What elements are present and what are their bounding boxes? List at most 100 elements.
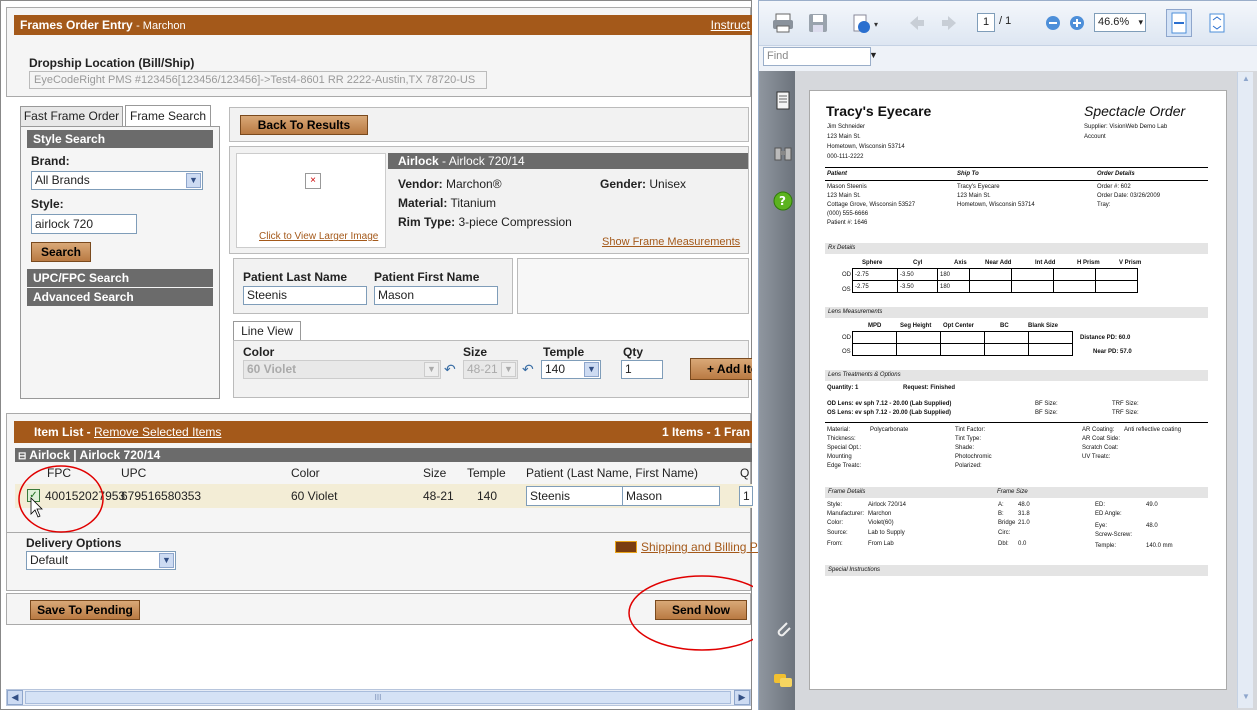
pdf-patient-line: Cottage Grove, Wisconsin 53527: [827, 202, 916, 208]
pdf-ed-label: Screw-Screw:: [1095, 532, 1133, 538]
pdf-ship-line: Tracy's Eyecare: [957, 184, 1000, 190]
rx-os-label: OS: [842, 287, 851, 293]
pdf-tint-label: Tint Type:: [955, 436, 982, 442]
pdf-frame-label: From:: [827, 541, 843, 547]
pdf-tint-label: Shade:: [955, 445, 975, 451]
page-number-input[interactable]: 1: [977, 13, 995, 32]
lens-os-label: OS: [842, 349, 851, 355]
pdf-lens-col: Opt Center: [943, 323, 975, 329]
pdf-ship-line: 123 Main St.: [957, 193, 991, 199]
find-input[interactable]: Find: [763, 47, 871, 66]
pdf-near-pd: Near PD: 57.0: [1093, 349, 1132, 355]
pdf-rx-col: H Prism: [1077, 260, 1100, 266]
annotation-circle-send: [628, 575, 753, 651]
pdf-order-line: Order Date: 03/26/2009: [1097, 193, 1161, 199]
pdf-order-line: Tray:: [1097, 202, 1111, 208]
pdf-bf-size: BF Size:: [1035, 410, 1058, 416]
pdf-ed-value: 49.0: [1146, 502, 1158, 508]
pdf-frame-value: Airlock 720/14: [868, 502, 907, 508]
pdf-rule: [825, 422, 1208, 423]
rx-os-cyl: -3.50: [897, 280, 938, 293]
pdf-rx-header: Rx Details: [825, 243, 1208, 254]
pdf-supplier: Supplier: VisionWeb Demo Lab: [1084, 124, 1168, 130]
zoom-value: 46.6%: [1098, 16, 1130, 28]
pdf-ar-label: UV Treatc:: [1082, 454, 1111, 460]
pdf-ar-value: Anti reflective coating: [1124, 427, 1182, 433]
fit-page-icon[interactable]: [1206, 11, 1228, 35]
comments-icon[interactable]: [772, 670, 794, 692]
pdf-trf-size: TRF Size:: [1112, 410, 1139, 416]
pdf-frame-value: From Lab: [868, 541, 894, 547]
pdf-tint-label: Photochromic: [955, 454, 992, 460]
pdf-lens-col: BC: [1000, 323, 1009, 329]
pdf-rx-col: Int Add: [1035, 260, 1056, 266]
scroll-up-icon[interactable]: ▲: [1239, 74, 1253, 88]
pdf-order-line: Order #: 602: [1097, 184, 1131, 190]
pdf-frame-value: Violet(60): [868, 520, 894, 526]
pdf-ed-label: ED Angle:: [1095, 511, 1122, 517]
pdf-size-label: B:: [998, 511, 1004, 517]
pdf-patient-line: 123 Main St.: [827, 193, 861, 199]
fit-width-icon[interactable]: [1166, 9, 1192, 37]
pdf-ar-label: AR Coating:: [1082, 427, 1115, 433]
pages-icon[interactable]: [772, 90, 794, 112]
pdf-size-label: Bridge: [998, 520, 1016, 526]
pdf-quantity: Quantity: 1: [827, 385, 859, 391]
print-icon[interactable]: [771, 11, 795, 35]
frames-app: Frames Order Entry - Marchon Instruct Dr…: [0, 0, 767, 710]
save-icon[interactable]: [806, 11, 830, 35]
pdf-ed-value: 140.0 mm: [1146, 543, 1173, 549]
annotation-overlay: [18, 465, 753, 651]
svg-text:?: ?: [779, 194, 786, 208]
rx-od-sphere: -2.75: [852, 268, 898, 281]
pdf-rx-col: Near Add: [985, 260, 1012, 266]
pdf-frame-label: Manufacturer:: [827, 511, 865, 517]
zoom-select[interactable]: 46.6% ▾: [1094, 13, 1146, 32]
pdf-vertical-scrollbar[interactable]: ▲ ▼: [1237, 72, 1253, 708]
prev-page-icon[interactable]: [906, 11, 926, 35]
share-icon[interactable]: ▾: [850, 11, 882, 35]
pdf-rule: [825, 180, 1208, 181]
pdf-tint-label: Polarized:: [955, 463, 982, 469]
pdf-mat-label: Thickness:: [827, 436, 856, 442]
next-page-icon[interactable]: [940, 11, 960, 35]
find-options-icon[interactable]: ▼: [869, 50, 878, 60]
rx-od-cyl: -3.50: [897, 268, 938, 281]
pdf-patient-line: Patient #: 1646: [827, 220, 868, 226]
pdf-frame-label: Style:: [827, 502, 843, 508]
pdf-trf-size: TRF Size:: [1112, 401, 1139, 407]
pdf-distance-pd: Distance PD: 60.0: [1080, 335, 1131, 341]
pdf-ed-label: Temple:: [1095, 543, 1117, 549]
pdf-mat-label: Special Opt.:: [827, 445, 862, 451]
pdf-size-value: 31.8: [1018, 511, 1030, 517]
pdf-mat-label: Mounting: [827, 454, 852, 460]
pdf-rx-col: Axis: [954, 260, 967, 266]
pdf-mat-label: Material:: [827, 427, 851, 433]
scroll-down-icon[interactable]: ▼: [1239, 692, 1253, 706]
pdf-od-lens: OD Lens: ev sph 7.12 - 20.00 (Lab Suppli…: [827, 401, 952, 407]
pdf-special-header: Special Instructions: [825, 565, 1208, 576]
help-icon[interactable]: ?: [772, 190, 794, 212]
pdf-ship-h: Ship To: [957, 171, 979, 177]
pdf-mat-value: Polycarbonate: [870, 427, 909, 433]
pdf-rule: [825, 167, 1208, 168]
zoom-out-icon[interactable]: [1044, 11, 1062, 35]
mouse-cursor-icon: [30, 497, 43, 518]
zoom-in-icon[interactable]: [1068, 11, 1086, 35]
page-value: 1: [982, 16, 990, 28]
pdf-lens-col: MPD: [868, 323, 882, 329]
pdf-frame-label: Color:: [827, 520, 844, 526]
attachment-icon[interactable]: [772, 618, 794, 640]
pdf-size-label: Dbl:: [998, 541, 1009, 547]
pdf-rx-col: Cyl: [913, 260, 923, 266]
lens-od-label: OD: [842, 335, 851, 341]
svg-text:▾: ▾: [874, 20, 878, 29]
page-total: / 1: [999, 15, 1012, 27]
pdf-size-value: 0.0: [1018, 541, 1027, 547]
rx-od-axis: 180: [937, 268, 970, 281]
pdf-patient-line: Mason Steenis: [827, 184, 867, 190]
pdf-doc-title: Spectacle Order: [1084, 103, 1186, 119]
binoculars-icon[interactable]: [772, 142, 794, 164]
pdf-account: Account: [1084, 134, 1106, 140]
pdf-ship-line: Hometown, Wisconsin 53714: [957, 202, 1035, 208]
